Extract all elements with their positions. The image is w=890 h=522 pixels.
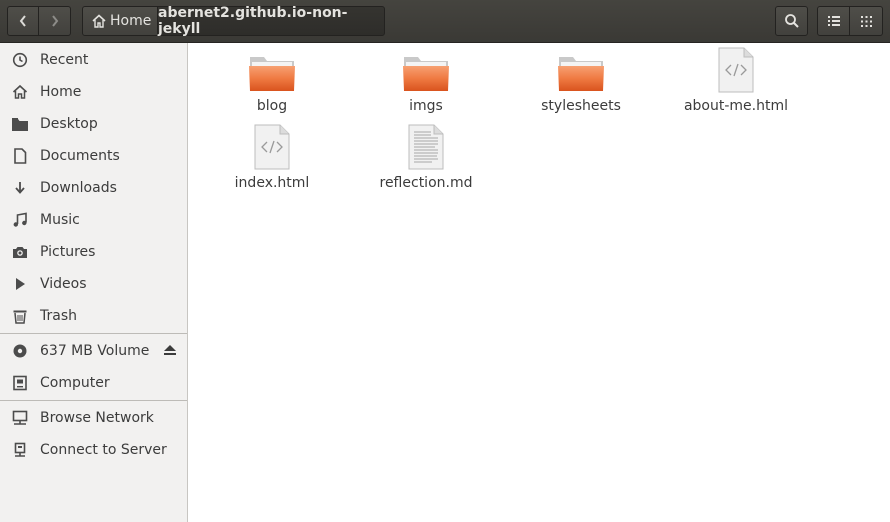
- file-item-imgs[interactable]: imgs: [351, 43, 501, 114]
- trash-icon: [11, 307, 29, 325]
- folder-icon: [11, 115, 29, 133]
- list-view-button[interactable]: [817, 6, 850, 36]
- file-item-stylesheets[interactable]: stylesheets: [506, 43, 656, 114]
- file-name: reflection.md: [379, 175, 473, 191]
- sidebar-item-label: Trash: [40, 308, 77, 324]
- server-icon: [11, 441, 29, 459]
- path-current-label: abernet2.github.io-non-jekyll: [158, 5, 348, 37]
- sidebar-item-label: Browse Network: [40, 410, 154, 426]
- devices-section: 637 MB Volume Computer: [0, 334, 187, 399]
- computer-icon: [11, 374, 29, 392]
- file-name: about-me.html: [683, 98, 789, 114]
- sidebar-item-pictures[interactable]: Pictures: [0, 236, 187, 268]
- sidebar-item-computer[interactable]: Computer: [0, 367, 187, 399]
- sidebar-item-label: Music: [40, 212, 80, 228]
- chevron-left-icon: [19, 15, 26, 27]
- html-file-icon: [197, 120, 347, 170]
- sidebar-item-recent[interactable]: Recent: [0, 44, 187, 76]
- sidebar-item-label: Desktop: [40, 116, 98, 132]
- network-icon: [11, 409, 29, 427]
- file-name: blog: [256, 98, 288, 114]
- grid-view-icon: [860, 15, 872, 27]
- path-home-label: Home: [110, 13, 152, 29]
- html-file-icon: [661, 43, 811, 93]
- file-item-blog[interactable]: blog: [197, 43, 347, 114]
- header-bar: Home abernet2.github.io-non-jekyll: [0, 0, 890, 43]
- folder-icon: [351, 43, 501, 93]
- file-name: index.html: [234, 175, 310, 191]
- sidebar-item-label: Videos: [40, 276, 87, 292]
- sidebar-item-label: Documents: [40, 148, 120, 164]
- folder-icon: [506, 43, 656, 93]
- sidebar-item-label: Pictures: [40, 244, 96, 260]
- places-section: Recent Home Desktop Documents Downloads: [0, 43, 187, 332]
- sidebar-item-label: Downloads: [40, 180, 117, 196]
- sidebar-item-trash[interactable]: Trash: [0, 300, 187, 332]
- document-icon: [11, 147, 29, 165]
- eject-icon[interactable]: [163, 343, 177, 361]
- sidebar-item-music[interactable]: Music: [0, 204, 187, 236]
- folder-icon: [197, 43, 347, 93]
- file-item-about-me-html[interactable]: about-me.html: [661, 43, 811, 114]
- file-item-reflection-md[interactable]: reflection.md: [351, 120, 501, 191]
- sidebar-item-label: Recent: [40, 52, 89, 68]
- video-icon: [11, 275, 29, 293]
- navigation-buttons: [7, 6, 71, 36]
- chevron-right-icon: [51, 15, 58, 27]
- sidebar-item-desktop[interactable]: Desktop: [0, 108, 187, 140]
- grid-view-button[interactable]: [850, 6, 883, 36]
- music-icon: [11, 211, 29, 229]
- network-section: Browse Network Connect to Server: [0, 401, 187, 466]
- clock-icon: [11, 51, 29, 69]
- path-bar-current-folder[interactable]: abernet2.github.io-non-jekyll: [157, 5, 385, 37]
- home-icon: [92, 14, 106, 28]
- file-name: stylesheets: [541, 98, 621, 114]
- back-button[interactable]: [7, 6, 39, 36]
- camera-icon: [11, 243, 29, 261]
- search-icon: [784, 14, 799, 28]
- list-view-icon: [827, 16, 840, 26]
- search-button[interactable]: [775, 6, 808, 36]
- sidebar-item-downloads[interactable]: Downloads: [0, 172, 187, 204]
- sidebar-item-documents[interactable]: Documents: [0, 140, 187, 172]
- file-name: imgs: [409, 98, 443, 114]
- disk-icon: [11, 342, 29, 360]
- sidebar-item-label: Computer: [40, 375, 110, 391]
- sidebar-item-label: 637 MB Volume: [40, 343, 150, 359]
- sidebar-item-label: Home: [40, 84, 82, 100]
- home-icon: [11, 83, 29, 101]
- sidebar-item-videos[interactable]: Videos: [0, 268, 187, 300]
- download-icon: [11, 179, 29, 197]
- sidebar-item-browse-network[interactable]: Browse Network: [0, 402, 187, 434]
- sidebar: Recent Home Desktop Documents Downloads: [0, 43, 188, 522]
- sidebar-item-home[interactable]: Home: [0, 76, 187, 108]
- file-item-index-html[interactable]: index.html: [197, 120, 347, 191]
- text-file-icon: [351, 120, 501, 170]
- path-bar-home-button[interactable]: Home: [82, 6, 158, 36]
- file-view: blog imgs stylesheets about-me.html inde…: [189, 43, 890, 522]
- sidebar-item-volume[interactable]: 637 MB Volume: [0, 335, 187, 367]
- sidebar-item-connect-server[interactable]: Connect to Server: [0, 434, 187, 466]
- forward-button[interactable]: [39, 6, 71, 36]
- view-buttons: [817, 6, 883, 36]
- sidebar-item-label: Connect to Server: [40, 442, 167, 458]
